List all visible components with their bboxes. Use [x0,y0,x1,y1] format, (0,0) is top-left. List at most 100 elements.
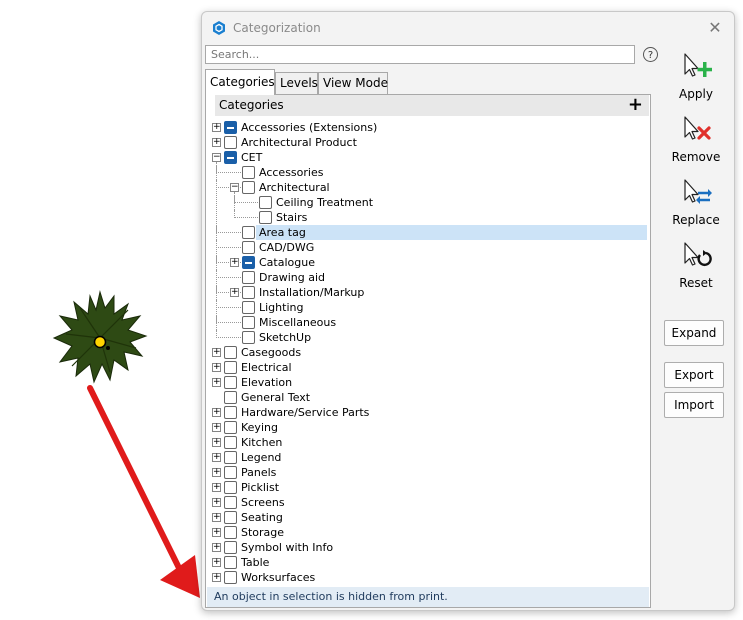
tree-item-checkbox[interactable] [224,496,237,509]
tree-item[interactable]: + Hardware/Service Parts [206,405,650,420]
reset-button[interactable]: Reset [662,241,730,290]
tree-item[interactable]: + Installation/Markup [206,285,650,300]
expand-icon[interactable]: + [230,258,239,267]
expand-icon[interactable]: + [212,558,221,567]
tree-item[interactable]: Accessories [206,165,650,180]
tree-item[interactable]: Stairs [206,210,650,225]
tree-item[interactable]: + Legend [206,450,650,465]
expand-icon[interactable]: + [212,438,221,447]
expand-icon[interactable]: + [212,408,221,417]
tree-item[interactable]: Miscellaneous [206,315,650,330]
tab-categories[interactable]: Categories [205,69,275,95]
tree-item-checkbox[interactable] [259,196,272,209]
tree-item-checkbox[interactable] [224,511,237,524]
tree-item-checkbox[interactable] [242,256,255,269]
close-icon[interactable]: ✕ [704,17,726,39]
tree-item-checkbox[interactable] [259,211,272,224]
tree-item[interactable]: − CET [206,150,650,165]
tree-item[interactable]: General Text [206,390,650,405]
collapse-icon[interactable]: − [212,153,221,162]
tree-item[interactable]: + Keying [206,420,650,435]
tree-item-checkbox[interactable] [242,166,255,179]
tree-item-checkbox[interactable] [224,451,237,464]
tree-item[interactable]: + Elevation [206,375,650,390]
expand-icon[interactable]: + [212,468,221,477]
tree-item-checkbox[interactable] [224,541,237,554]
tree-item[interactable]: Ceiling Treatment [206,195,650,210]
tree-item[interactable]: + Symbol with Info [206,540,650,555]
expand-icon[interactable]: + [212,363,221,372]
tree-item[interactable]: + Screens [206,495,650,510]
tree-item[interactable]: + Kitchen [206,435,650,450]
tree-item-checkbox[interactable] [242,241,255,254]
replace-button[interactable]: Replace [662,178,730,227]
tree-item[interactable]: + Catalogue [206,255,650,270]
expand-icon[interactable]: + [230,288,239,297]
tree-item-checkbox[interactable] [224,556,237,569]
tree-item-checkbox[interactable] [224,121,237,134]
tree-item[interactable]: + Storage [206,525,650,540]
tree-item-checkbox[interactable] [224,466,237,479]
tree-item[interactable]: − Architectural [206,180,650,195]
category-tree: + Accessories (Extensions) + Architectural … [206,120,650,585]
tree-item[interactable]: CAD/DWG [206,240,650,255]
add-category-icon[interactable]: + [628,95,643,115]
tree-item-checkbox[interactable] [242,226,255,239]
tree-item-checkbox[interactable] [224,151,237,164]
tree-item[interactable]: + Picklist [206,480,650,495]
tree-item[interactable]: SketchUp [206,330,650,345]
tree-item[interactable]: + Seating [206,510,650,525]
tab-levels[interactable]: Levels [275,72,318,94]
expand-icon[interactable]: + [212,528,221,537]
expand-icon[interactable]: + [212,348,221,357]
expand-button[interactable]: Expand [664,320,724,346]
tree-item-checkbox[interactable] [224,346,237,359]
tree-item[interactable]: + Panels [206,465,650,480]
search-input[interactable] [205,45,635,64]
tree-item-checkbox[interactable] [242,301,255,314]
tree-item[interactable]: + Casegoods [206,345,650,360]
tree-item[interactable]: Lighting [206,300,650,315]
tree-item[interactable]: + Architectural Product [206,135,650,150]
tree-item[interactable]: + Worksurfaces [206,570,650,585]
tree-item[interactable]: Area tag [206,225,650,240]
tree-item-checkbox[interactable] [242,331,255,344]
tree-item-checkbox[interactable] [224,406,237,419]
tree-item[interactable]: Drawing aid [206,270,650,285]
import-button[interactable]: Import [664,392,724,418]
expand-icon[interactable]: + [212,378,221,387]
plant-symbol-icon[interactable] [50,288,150,388]
tree-item[interactable]: + Electrical [206,360,650,375]
apply-button[interactable]: Apply [662,52,730,101]
tree-item-checkbox[interactable] [224,136,237,149]
tree-item[interactable]: + Accessories (Extensions) [206,120,650,135]
remove-button[interactable]: Remove [662,115,730,164]
expand-icon[interactable]: + [212,123,221,132]
export-button[interactable]: Export [664,362,724,388]
help-icon[interactable]: ? [643,47,658,62]
tree-item-checkbox[interactable] [224,361,237,374]
expand-icon[interactable]: + [212,453,221,462]
tree-item-checkbox[interactable] [242,316,255,329]
expand-icon[interactable]: + [212,543,221,552]
replace-label: Replace [672,213,720,227]
tree-item-checkbox[interactable] [224,436,237,449]
tab-view-mode[interactable]: View Mode [318,72,388,94]
tree-item-checkbox[interactable] [242,181,255,194]
tree-item[interactable]: + Table [206,555,650,570]
expand-icon[interactable]: + [212,573,221,582]
tree-item-checkbox[interactable] [224,571,237,584]
tree-item-checkbox[interactable] [242,271,255,284]
expand-icon[interactable]: + [212,483,221,492]
tree-item-checkbox[interactable] [224,391,237,404]
tree-item-checkbox[interactable] [224,421,237,434]
tree-item-checkbox[interactable] [224,376,237,389]
tree-item-checkbox[interactable] [224,481,237,494]
expand-icon[interactable]: + [212,513,221,522]
expand-icon[interactable]: + [212,138,221,147]
expand-icon[interactable]: + [212,423,221,432]
tree-item-checkbox[interactable] [242,286,255,299]
expand-icon[interactable]: + [212,498,221,507]
tree-item-checkbox[interactable] [224,526,237,539]
collapse-icon[interactable]: − [230,183,239,192]
